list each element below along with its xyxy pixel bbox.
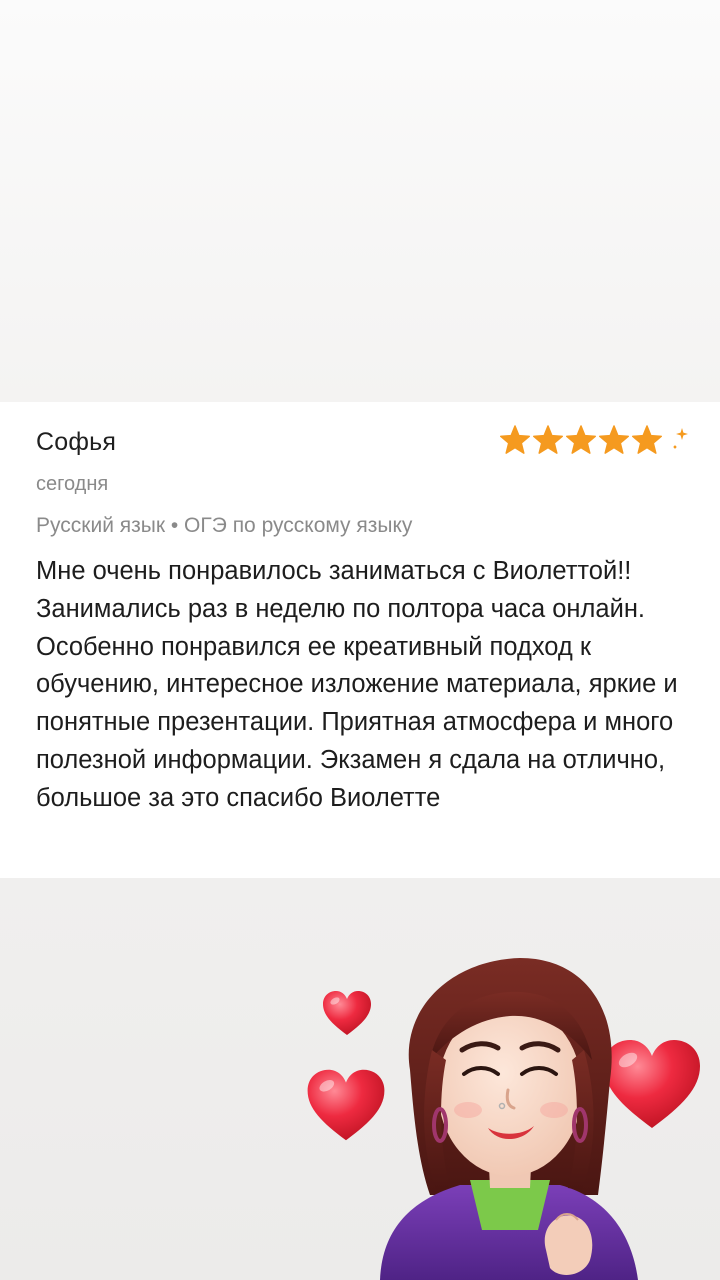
review-subject: Русский язык • ОГЭ по русскому языку [36, 514, 413, 537]
star-icon [565, 425, 597, 454]
star-rating [500, 422, 695, 458]
review-text: Мне очень понравилось заниматься с Виоле… [36, 557, 678, 812]
star-icon [598, 425, 630, 454]
star-rating-stars [500, 425, 688, 454]
review-date: сегодня [36, 473, 109, 495]
blank-top-area [0, 0, 720, 402]
avatar-sticker [380, 958, 638, 1280]
heart-icon [323, 991, 371, 1035]
reviewer-name: Софья [36, 428, 117, 456]
sparkle-icon [673, 428, 688, 449]
star-icon [631, 425, 663, 454]
star-icon [532, 425, 564, 454]
star-icon [500, 425, 531, 454]
